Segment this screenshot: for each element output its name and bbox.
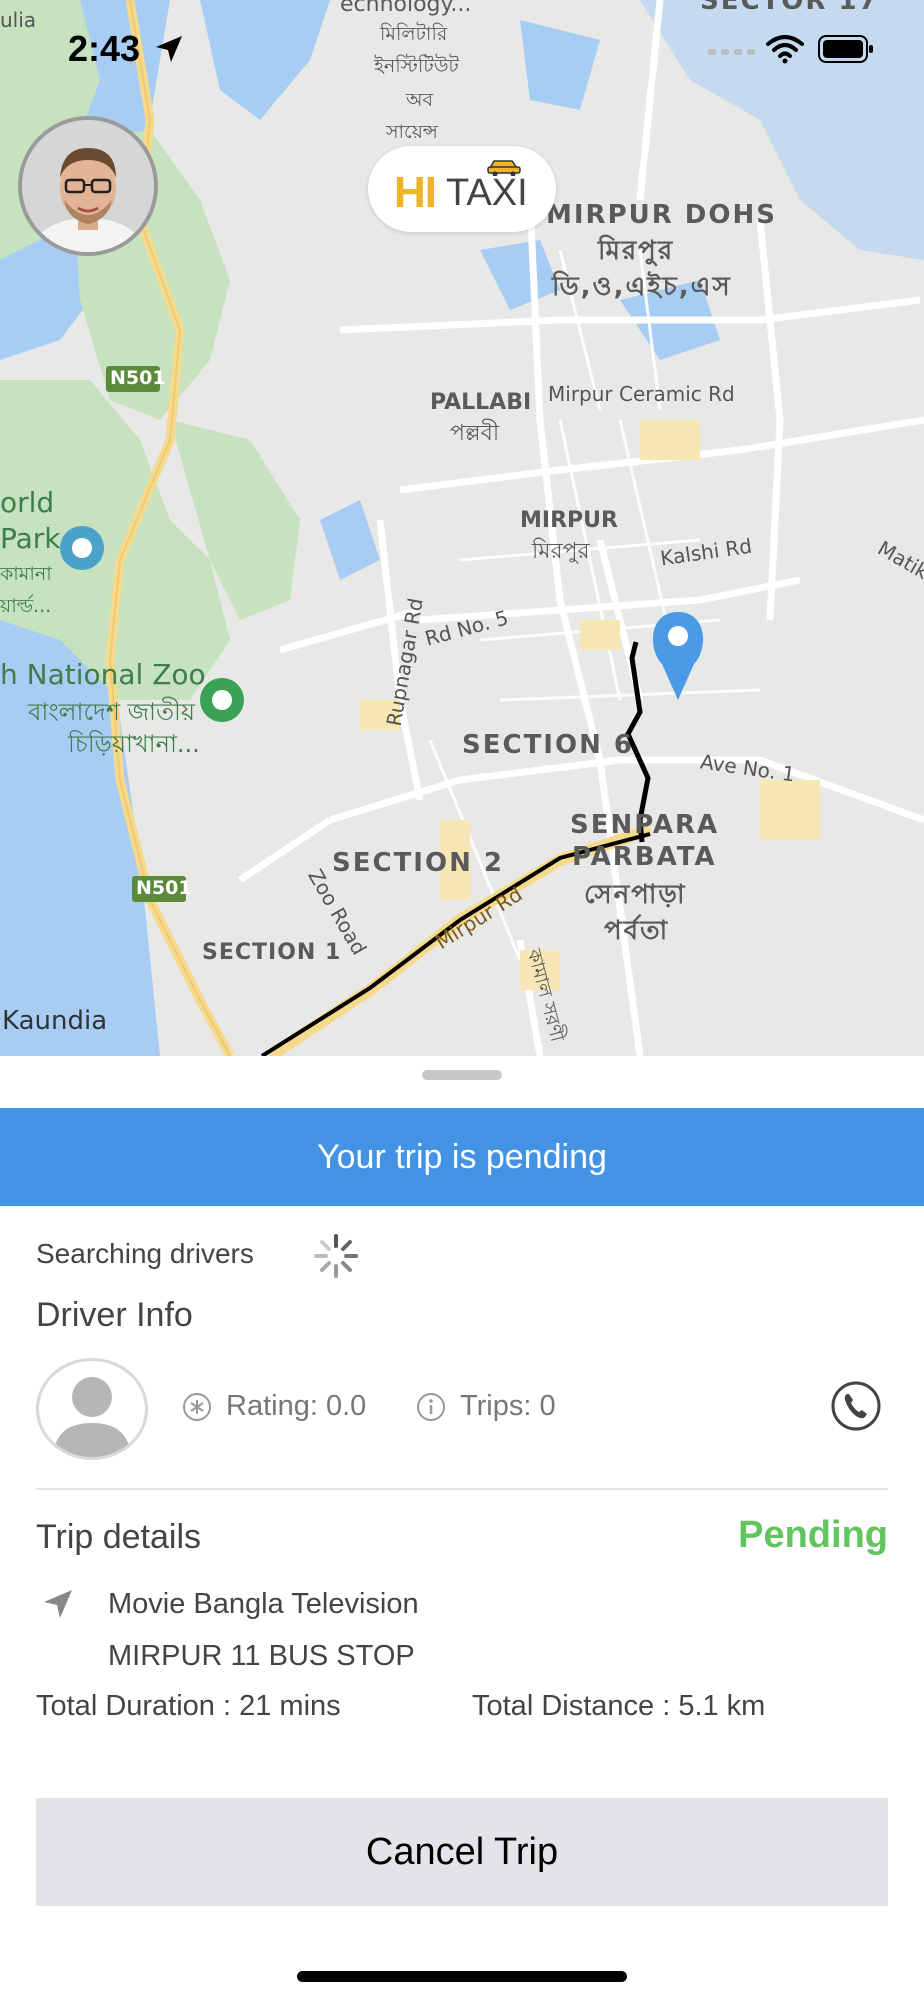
trips-value: Trips: 0 bbox=[460, 1390, 556, 1422]
map-label: PARBATA bbox=[572, 842, 717, 872]
map-label: Park bbox=[0, 522, 61, 555]
map-label: SECTION 2 bbox=[332, 848, 504, 878]
location-arrow-icon bbox=[156, 36, 182, 62]
map-label: চিড়িয়াখানা... bbox=[68, 730, 200, 758]
map-label: MIRPUR DOHS bbox=[546, 200, 777, 230]
loading-spinner-icon bbox=[314, 1234, 358, 1278]
person-placeholder-icon bbox=[53, 1377, 131, 1457]
dropoff-address: MIRPUR 11 BUS STOP bbox=[108, 1640, 415, 1672]
total-distance: Total Distance : 5.1 km bbox=[472, 1690, 766, 1722]
map-label: ডি,ও,এইচ,এস bbox=[552, 272, 732, 302]
map-label: পল্লবী bbox=[450, 421, 500, 446]
total-duration: Total Duration : 21 mins bbox=[36, 1690, 341, 1722]
map-label: পর্বতা bbox=[604, 916, 670, 946]
searching-drivers-label: Searching drivers bbox=[36, 1238, 254, 1269]
trip-status-banner: Your trip is pending bbox=[0, 1108, 924, 1206]
map-label: MIRPUR bbox=[520, 508, 618, 533]
home-indicator[interactable] bbox=[297, 1971, 627, 1982]
signal-icon bbox=[708, 49, 755, 55]
driver-info-title: Driver Info bbox=[36, 1296, 193, 1334]
road-shield: N501 bbox=[136, 877, 192, 899]
call-driver-button[interactable] bbox=[830, 1380, 882, 1432]
taxi-car-icon bbox=[487, 160, 521, 176]
map-label: Kaundia bbox=[2, 1006, 108, 1036]
map-label: মিরপুর bbox=[532, 539, 590, 564]
map-label: কামানা bbox=[0, 563, 52, 585]
map-label: PALLABI bbox=[430, 390, 532, 415]
logo-taxi: TAXI bbox=[446, 172, 528, 214]
app-logo: HI TAXI bbox=[368, 146, 556, 232]
map-label: orld bbox=[0, 486, 55, 519]
sheet-grab-handle[interactable] bbox=[422, 1070, 502, 1080]
map-label: SENPARA bbox=[570, 810, 720, 840]
map-label: SECTION 6 bbox=[462, 730, 634, 760]
road-shield: N501 bbox=[110, 367, 166, 389]
user-avatar[interactable] bbox=[18, 116, 158, 256]
driver-rating: Rating: 0.0 bbox=[182, 1390, 366, 1423]
rating-value: Rating: 0.0 bbox=[226, 1390, 367, 1422]
section-divider bbox=[36, 1488, 888, 1490]
wifi-icon bbox=[766, 35, 804, 64]
map-label: SECTION 1 bbox=[202, 940, 342, 965]
map-label: h National Zoo bbox=[0, 658, 206, 691]
navigation-arrow-icon bbox=[44, 1590, 72, 1618]
driver-trips: Trips: 0 bbox=[416, 1390, 556, 1423]
map-label: য়ার্ল্ড... bbox=[0, 595, 52, 617]
pickup-address: Movie Bangla Television bbox=[108, 1588, 419, 1620]
user-photo bbox=[22, 120, 154, 252]
status-bar: 2:43 bbox=[0, 0, 924, 100]
cancel-trip-button[interactable]: Cancel Trip bbox=[36, 1798, 888, 1906]
info-icon bbox=[417, 1392, 445, 1421]
map-label: Mirpur Ceramic Rd bbox=[548, 382, 735, 406]
logo-hi: HI bbox=[394, 168, 437, 217]
trip-status-badge: Pending bbox=[738, 1514, 888, 1556]
trip-details-title: Trip details bbox=[36, 1518, 202, 1556]
rating-icon bbox=[183, 1392, 211, 1421]
battery-icon bbox=[818, 35, 873, 63]
status-time: 2:43 bbox=[68, 28, 141, 69]
driver-avatar bbox=[36, 1358, 148, 1460]
